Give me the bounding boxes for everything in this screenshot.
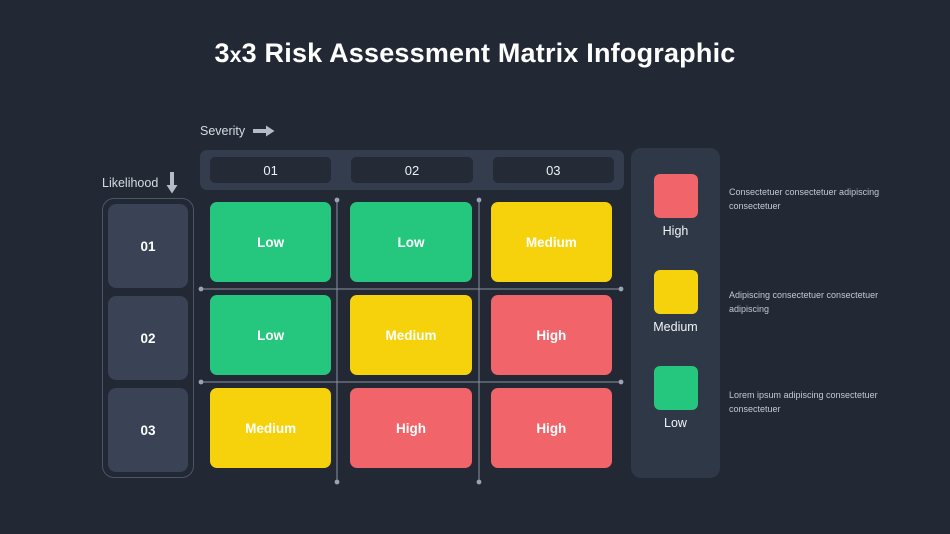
column-header-02[interactable]: 02: [351, 157, 473, 183]
legend-item-high[interactable]: High: [653, 174, 698, 238]
risk-matrix-grid: Low Low Medium Low Medium High Medium Hi…: [210, 202, 612, 478]
legend-description-low: Lorem ipsum adipiscing consectetuer cons…: [729, 390, 878, 414]
column-header-bar: 01 02 03: [200, 150, 624, 190]
severity-axis-label: Severity: [200, 124, 246, 138]
matrix-cell-r2c3[interactable]: High: [490, 295, 612, 375]
legend-label-low: Low: [664, 416, 687, 430]
arrow-right-icon: [253, 125, 275, 137]
row-header-01[interactable]: 01: [108, 204, 188, 288]
matrix-cell-r1c3[interactable]: Medium: [490, 202, 612, 282]
matrix-row: Medium High High: [210, 388, 612, 468]
page-title-text: 3x3 Risk Assessment Matrix Infographic: [214, 38, 736, 68]
legend-item-low[interactable]: Low: [653, 366, 698, 430]
matrix-row: Low Low Medium: [210, 202, 612, 282]
matrix-cell-r3c3[interactable]: High: [490, 388, 612, 468]
row-header-02[interactable]: 02: [108, 296, 188, 380]
legend-item-medium[interactable]: Medium: [653, 270, 698, 334]
matrix-cell-r2c2[interactable]: Medium: [350, 295, 472, 375]
severity-axis-caption: Severity: [200, 124, 275, 138]
matrix-cell-r1c1[interactable]: Low: [210, 202, 332, 282]
page-title: 3x3 Risk Assessment Matrix Infographic: [0, 38, 950, 69]
legend-panel: High Medium Low: [631, 148, 720, 478]
legend-swatch-medium: [653, 270, 698, 314]
legend-swatch-high: [653, 174, 698, 218]
matrix-cell-r1c2[interactable]: Low: [350, 202, 472, 282]
matrix-cell-r3c1[interactable]: Medium: [210, 388, 332, 468]
legend-swatch-low: [653, 366, 698, 410]
matrix-cell-r3c2[interactable]: High: [350, 388, 472, 468]
arrow-down-icon: [166, 172, 178, 194]
column-header-01[interactable]: 01: [210, 157, 332, 183]
likelihood-axis-label: Likelihood: [102, 176, 159, 190]
matrix-cell-r2c1[interactable]: Low: [210, 295, 332, 375]
legend-label-medium: Medium: [653, 320, 698, 334]
row-header-column: 01 02 03: [102, 198, 194, 478]
matrix-row: Low Medium High: [210, 295, 612, 375]
legend-description-high: Consectetuer consectetuer adipiscing con…: [729, 187, 880, 211]
row-header-03[interactable]: 03: [108, 388, 188, 472]
legend-label-high: High: [662, 224, 689, 238]
likelihood-axis-caption: Likelihood: [102, 172, 178, 194]
legend-description-medium: Adipiscing consectetuer consectetuer adi…: [729, 290, 879, 314]
column-header-03[interactable]: 03: [492, 157, 614, 183]
